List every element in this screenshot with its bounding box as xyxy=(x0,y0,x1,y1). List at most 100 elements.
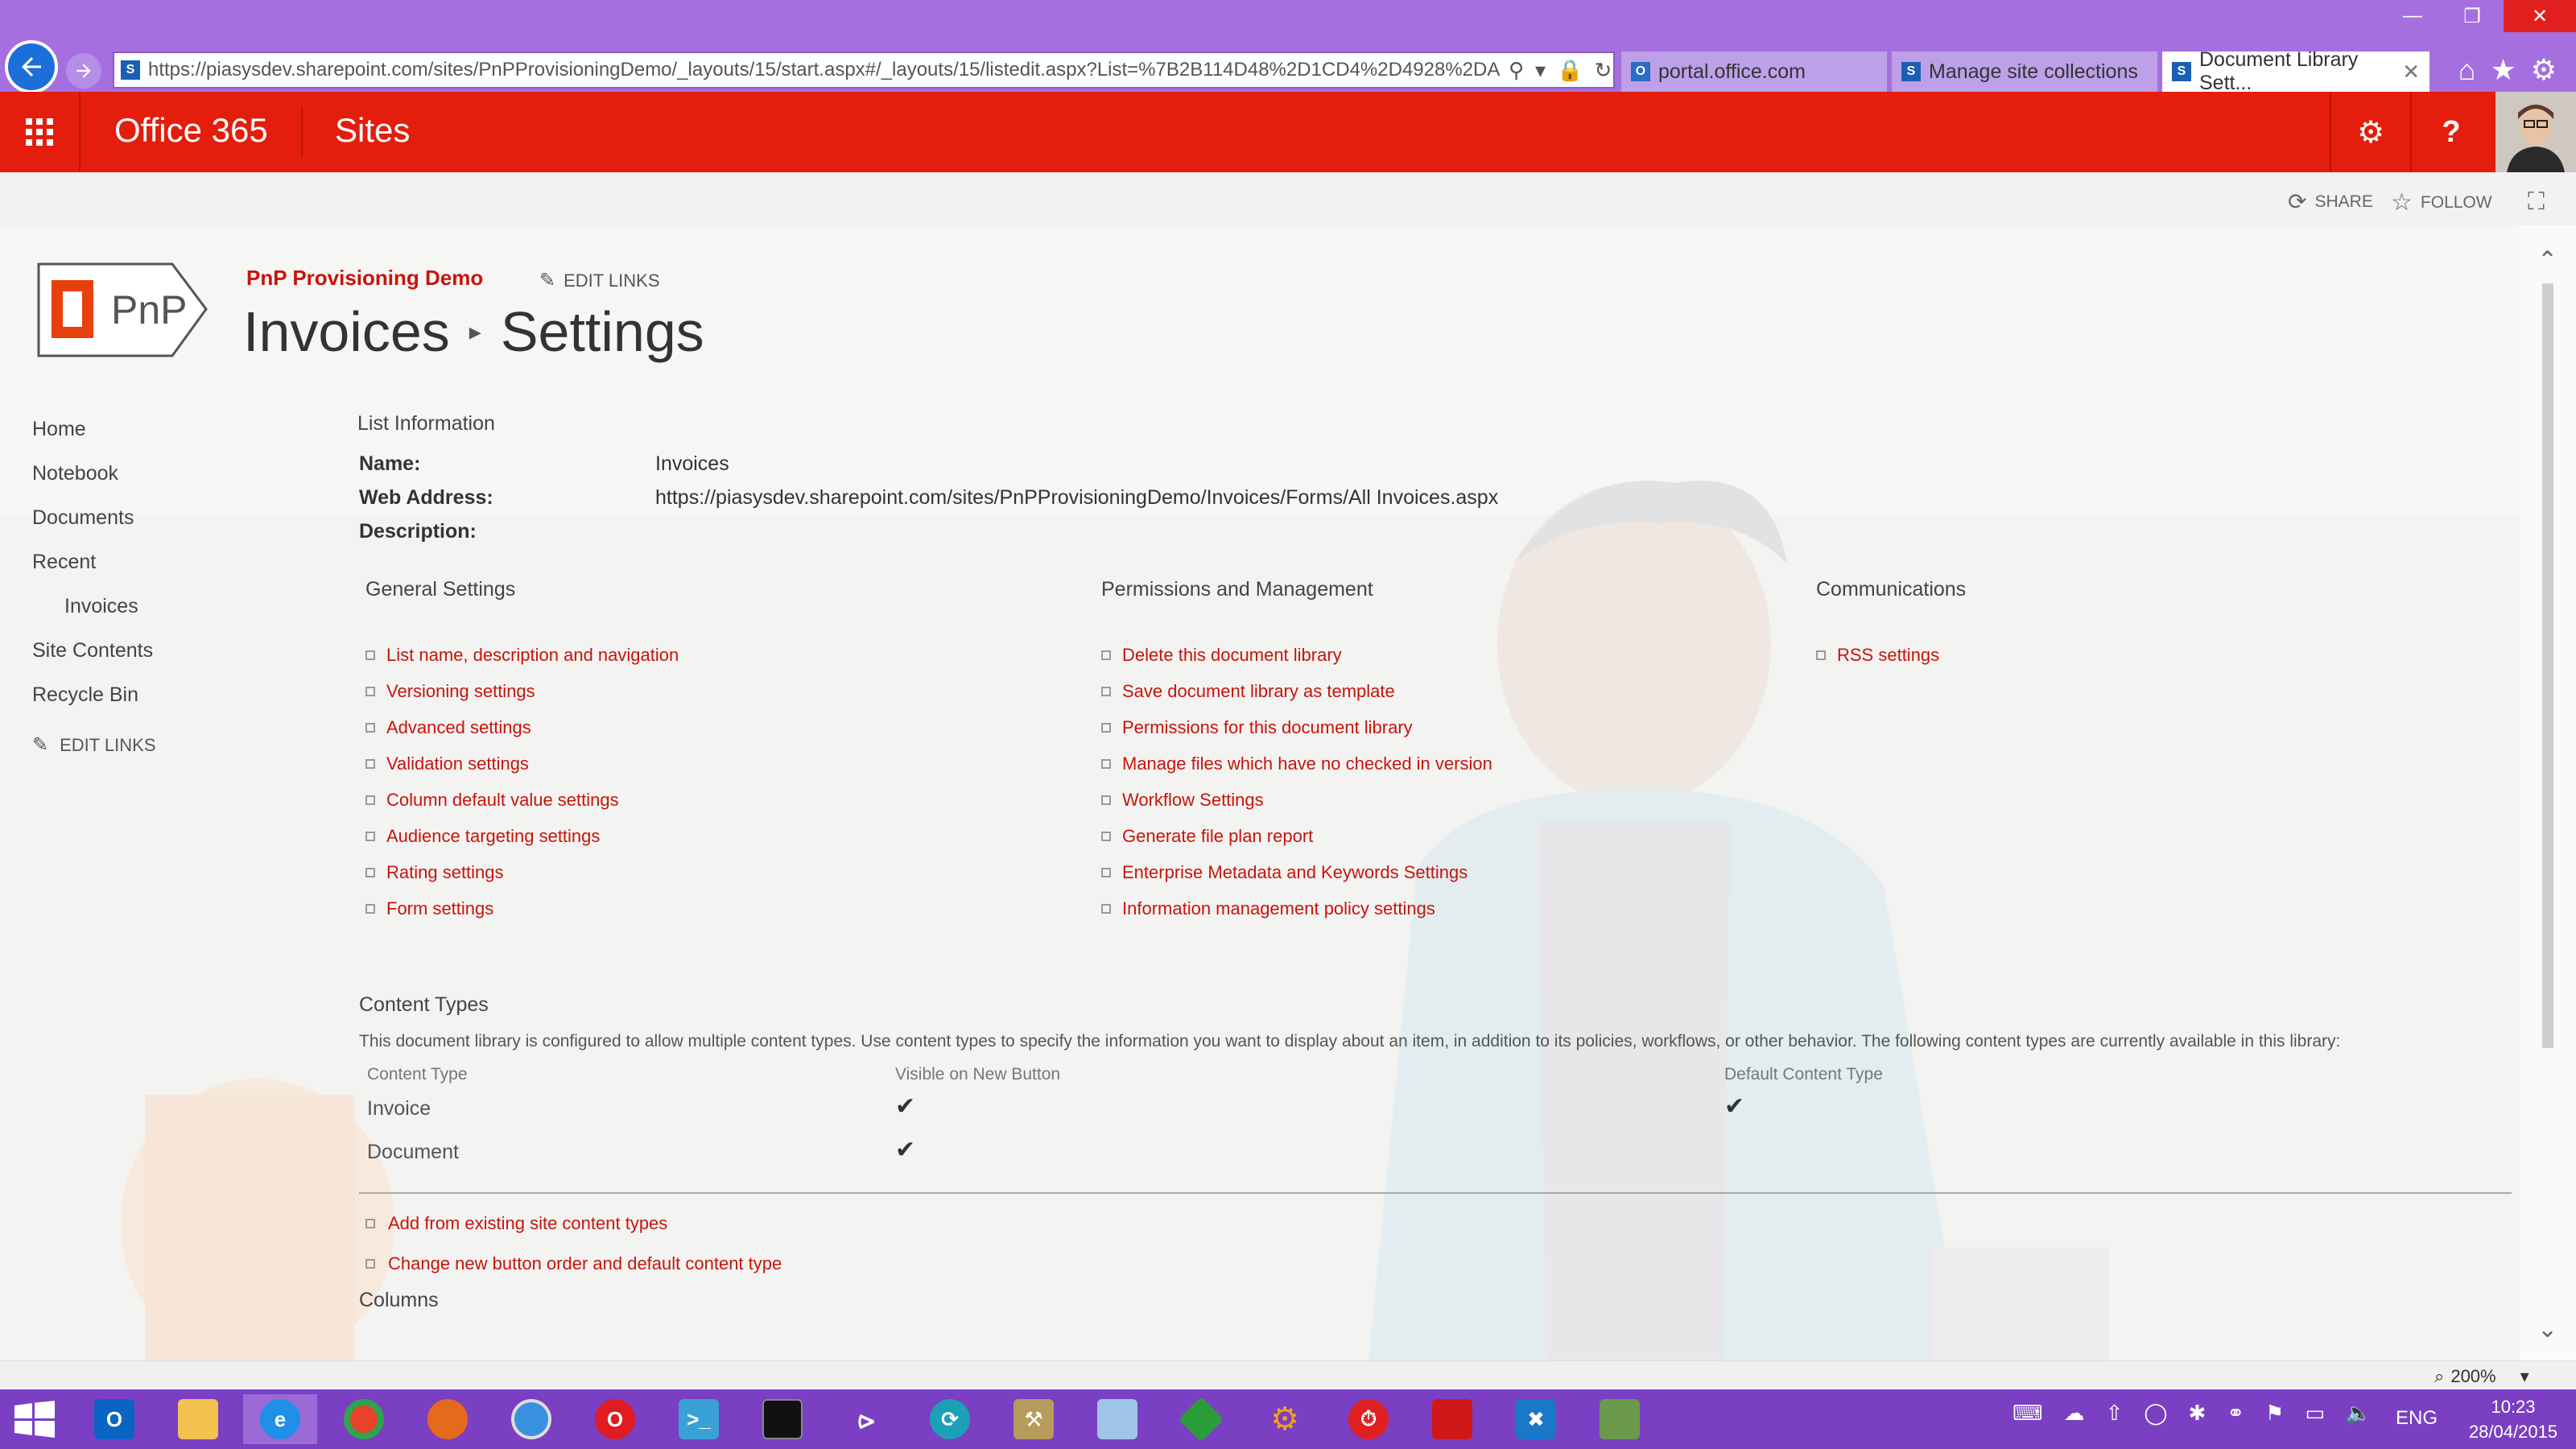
taskbar-network-app[interactable] xyxy=(1583,1394,1657,1444)
settings-link-label: Form settings xyxy=(386,898,494,919)
settings-link[interactable]: Versioning settings xyxy=(365,673,679,709)
bluetooth-icon[interactable]: ✱ xyxy=(2188,1401,2206,1426)
add-content-type-link[interactable]: Add from existing site content types xyxy=(365,1203,2516,1244)
taskbar-command-prompt[interactable] xyxy=(745,1394,819,1444)
change-button-order-link[interactable]: Change new button order and default cont… xyxy=(365,1244,2516,1284)
clock[interactable]: 10:23 28/04/2015 xyxy=(2457,1394,2570,1444)
taskbar-settings-gears[interactable]: ⚙ xyxy=(1248,1394,1322,1444)
browser-tab-active[interactable]: S Document Library Sett... ✕ xyxy=(2162,48,2429,94)
keyboard-icon[interactable]: ⌨ xyxy=(2013,1401,2043,1426)
taskbar-fiddler[interactable] xyxy=(1164,1394,1238,1444)
settings-link[interactable]: List name, description and navigation xyxy=(365,637,679,673)
refresh-icon[interactable]: ↻ xyxy=(1594,58,1612,83)
site-title-link[interactable]: PnP Provisioning Demo xyxy=(246,266,483,291)
browser-tab[interactable]: O portal.office.com xyxy=(1621,52,1887,92)
nav-item-home[interactable]: Home xyxy=(32,415,290,460)
settings-link[interactable]: Permissions for this document library xyxy=(1101,709,1492,745)
settings-link[interactable]: Manage files which have no checked in ve… xyxy=(1101,745,1492,782)
browser-tab[interactable]: S Manage site collections xyxy=(1892,52,2157,92)
vertical-scrollbar[interactable]: ⌃ ⌄ xyxy=(2520,225,2576,1360)
stopwatch-icon: ⏱ xyxy=(1348,1399,1389,1439)
settings-link[interactable]: Generate file plan report xyxy=(1101,818,1492,854)
window-close-button[interactable]: ✕ xyxy=(2504,0,2576,32)
settings-link[interactable]: Form settings xyxy=(365,890,679,927)
suite-app-name[interactable]: Sites xyxy=(335,111,410,150)
content-type-link[interactable]: Document xyxy=(367,1141,459,1164)
settings-link[interactable]: Column default value settings xyxy=(365,782,679,818)
nav-item-recycle-bin[interactable]: Recycle Bin xyxy=(32,681,290,725)
back-button[interactable] xyxy=(5,40,58,93)
scroll-thumb[interactable] xyxy=(2542,283,2553,1048)
nav-item-site-contents[interactable]: Site Contents xyxy=(32,637,290,681)
update-icon[interactable]: ⇧ xyxy=(2106,1401,2124,1426)
share-label: SHARE xyxy=(2314,192,2373,211)
rss-settings-link[interactable]: RSS settings xyxy=(1816,637,1966,673)
share-button[interactable]: ⟳ SHARE xyxy=(2288,188,2373,215)
nav-edit-links-button[interactable]: ✎ EDIT LINKS xyxy=(32,733,290,757)
display-icon[interactable]: ▭ xyxy=(2305,1401,2325,1426)
taskbar-notes[interactable] xyxy=(1080,1394,1154,1444)
settings-link[interactable]: Save document library as template xyxy=(1101,673,1492,709)
home-icon[interactable]: ⌂ xyxy=(2458,53,2476,87)
volume-icon[interactable]: 🔈 xyxy=(2346,1401,2372,1426)
usb-icon[interactable]: ⚭ xyxy=(2227,1401,2244,1426)
tools-icon: ⚒ xyxy=(1013,1399,1054,1439)
taskbar-sync-app[interactable]: ⟳ xyxy=(913,1394,987,1444)
taskbar-firefox[interactable] xyxy=(411,1394,485,1444)
follow-button[interactable]: ☆ FOLLOW xyxy=(2391,188,2492,217)
content-type-link[interactable]: Invoice xyxy=(367,1097,431,1121)
input-language[interactable]: ENG xyxy=(2396,1407,2438,1430)
settings-link[interactable]: Enterprise Metadata and Keywords Setting… xyxy=(1101,854,1492,890)
nav-item-recent[interactable]: Recent xyxy=(32,548,290,592)
window-maximize-button[interactable]: ❐ xyxy=(2444,0,2500,32)
focus-on-content-button[interactable]: ⛶ xyxy=(2528,188,2545,216)
settings-link[interactable]: Information management policy settings xyxy=(1101,890,1492,927)
settings-button[interactable]: ⚙ xyxy=(2330,92,2410,172)
edit-links-button[interactable]: ✎ EDIT LINKS xyxy=(539,269,660,292)
favorites-star-icon[interactable]: ★ xyxy=(2490,53,2516,87)
zoom-control[interactable]: ⌕ 200% ▾ xyxy=(2434,1366,2529,1387)
suite-brand[interactable]: Office 365 xyxy=(114,111,268,150)
bullet-icon xyxy=(1101,758,1111,769)
app-launcher-button[interactable] xyxy=(0,92,80,172)
taskbar-dev-tools[interactable]: ✖ xyxy=(1499,1394,1573,1444)
globe-icon[interactable]: ◯ xyxy=(2144,1401,2167,1426)
nav-item-documents[interactable]: Documents xyxy=(32,504,290,548)
taskbar-visual-studio[interactable]: ⪧ xyxy=(829,1394,903,1444)
url-text[interactable]: https://piasysdev.sharepoint.com/sites/P… xyxy=(148,59,1501,81)
breadcrumb-list-link[interactable]: Invoices xyxy=(243,299,450,364)
settings-link[interactable]: Rating settings xyxy=(365,854,679,890)
flag-icon[interactable]: ⚑ xyxy=(2265,1401,2284,1426)
address-bar[interactable]: S https://piasysdev.sharepoint.com/sites… xyxy=(113,52,1615,89)
search-icon[interactable]: ⚲ xyxy=(1509,58,1524,83)
taskbar-powershell[interactable]: >_ xyxy=(662,1394,736,1444)
taskbar-tools[interactable]: ⚒ xyxy=(997,1394,1071,1444)
avatar[interactable] xyxy=(2496,92,2576,172)
taskbar-opera[interactable]: O xyxy=(578,1394,652,1444)
settings-link[interactable]: Audience targeting settings xyxy=(365,818,679,854)
cloud-icon[interactable]: ☁ xyxy=(2064,1401,2085,1426)
dropdown-icon[interactable]: ▾ xyxy=(1535,58,1546,83)
settings-link[interactable]: Workflow Settings xyxy=(1101,782,1492,818)
taskbar-chrome[interactable] xyxy=(327,1394,401,1444)
forward-button[interactable] xyxy=(66,53,101,89)
taskbar-timer[interactable]: ⏱ xyxy=(1331,1394,1406,1444)
taskbar-red-app[interactable] xyxy=(1415,1394,1489,1444)
nav-item-invoices[interactable]: Invoices xyxy=(32,592,290,637)
tab-close-icon[interactable]: ✕ xyxy=(2402,60,2420,85)
settings-link[interactable]: Validation settings xyxy=(365,745,679,782)
chevron-down-icon[interactable]: ⌄ xyxy=(2537,1315,2557,1344)
taskbar-internet-explorer[interactable]: e xyxy=(243,1394,317,1444)
chevron-up-icon[interactable]: ⌃ xyxy=(2537,246,2557,275)
settings-link[interactable]: Advanced settings xyxy=(365,709,679,745)
settings-link[interactable]: Delete this document library xyxy=(1101,637,1492,673)
window-minimize-button[interactable]: — xyxy=(2384,0,2441,32)
help-button[interactable]: ? xyxy=(2410,92,2491,172)
taskbar-file-explorer[interactable] xyxy=(161,1394,235,1444)
site-logo[interactable]: PnP xyxy=(37,262,209,359)
taskbar-outlook[interactable]: O xyxy=(77,1394,151,1444)
start-button[interactable] xyxy=(13,1401,56,1438)
nav-item-notebook[interactable]: Notebook xyxy=(32,460,290,504)
tools-gear-icon[interactable]: ⚙ xyxy=(2531,53,2557,87)
taskbar-safari[interactable] xyxy=(494,1394,568,1444)
